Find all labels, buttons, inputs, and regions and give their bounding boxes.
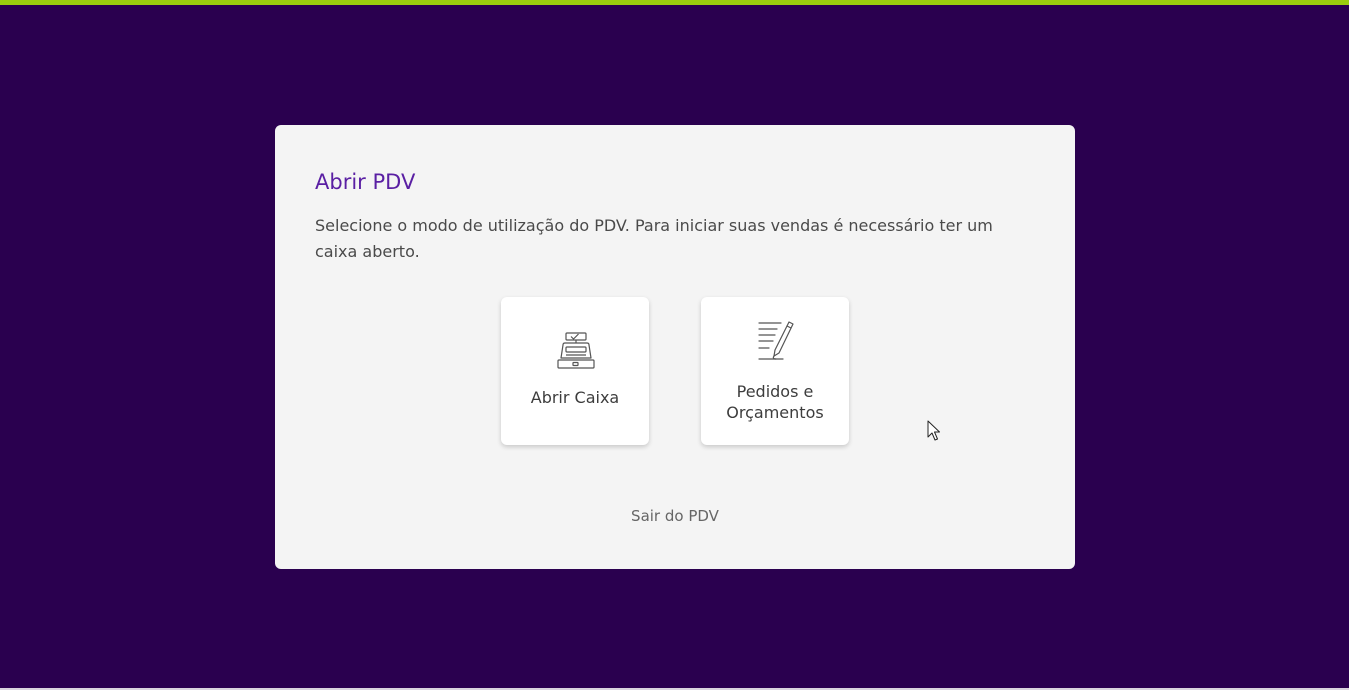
open-pdv-dialog: Abrir PDV Selecione o modo de utilização… xyxy=(275,125,1075,569)
dialog-description: Selecione o modo de utilização do PDV. P… xyxy=(315,216,993,261)
mouse-cursor-icon xyxy=(927,420,940,441)
top-accent-bar xyxy=(0,0,1349,5)
open-cash-register-label: Abrir Caixa xyxy=(530,388,620,407)
orders-quotes-button[interactable]: Pedidos e Orçamentos xyxy=(701,297,849,445)
document-pen-icon xyxy=(758,321,794,360)
cash-register-icon xyxy=(557,332,595,369)
exit-pdv-link[interactable]: Sair do PDV xyxy=(275,507,1075,525)
open-cash-register-button[interactable]: Abrir Caixa xyxy=(501,297,649,445)
mode-options: Abrir Caixa Pedidos e Orçamentos xyxy=(501,297,849,445)
orders-quotes-label: Pedidos e Orçamentos xyxy=(726,382,824,422)
dialog-title: Abrir PDV xyxy=(315,170,416,194)
